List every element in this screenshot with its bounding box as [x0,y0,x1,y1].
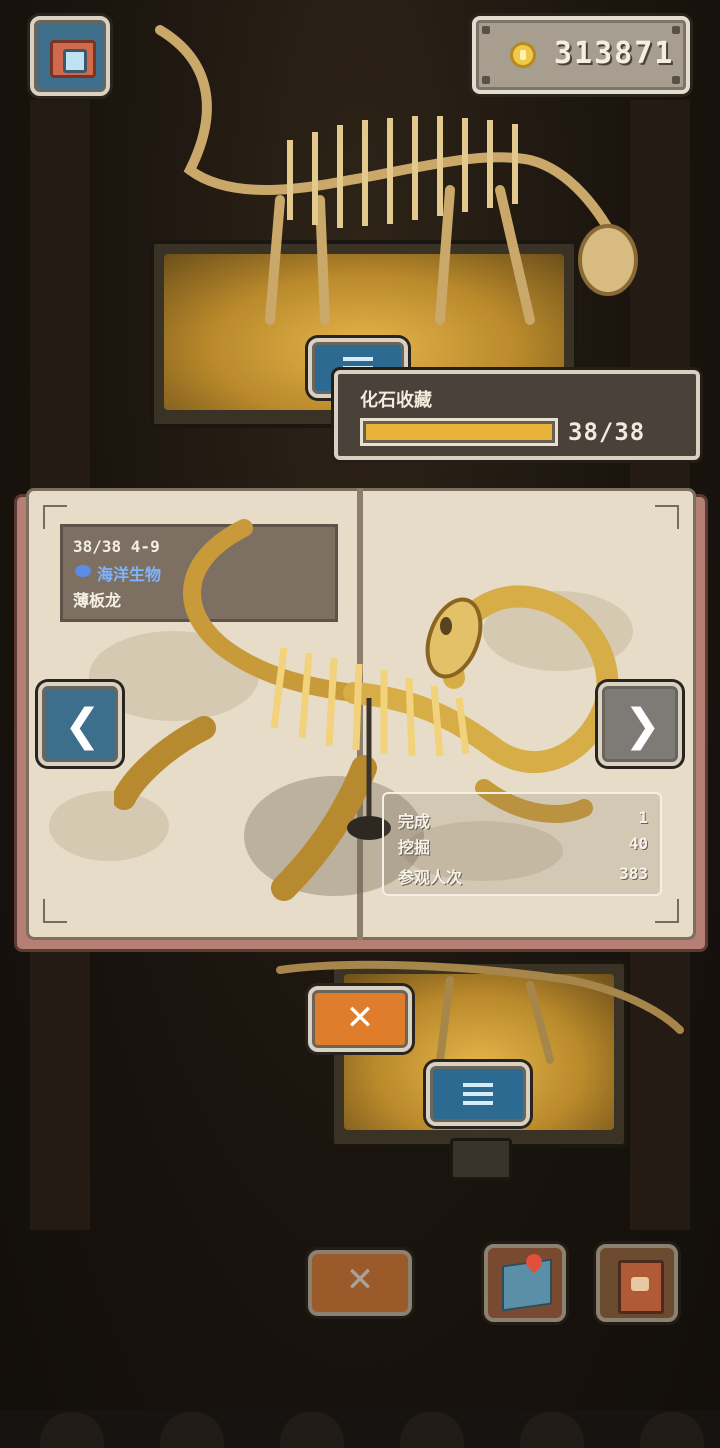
coin-counter: 313871 [472,16,690,94]
stat-value: 383 [619,864,648,883]
stat-value: 1 [638,808,648,827]
close-icon: ✕ [345,998,375,1038]
collection-title: 化石收藏 [360,390,432,411]
game-screen: 313871 化石收藏 38/38 38/38 4-9 海洋生物 薄板龙 完成 … [0,0,720,1448]
fossil-collection-panel: 化石收藏 38/38 [334,370,700,460]
stat-row-visitors: 参观人次 383 [398,864,648,888]
exhibit-list-button[interactable] [426,1062,530,1126]
stat-row-complete: 完成 1 [398,808,648,832]
stat-row-dig: 挖掘 40 [398,834,648,858]
coin-value: 313871 [554,36,675,71]
map-button[interactable] [484,1244,566,1322]
stat-label: 完成 [398,812,431,831]
ocean-creature-icon [75,565,91,577]
chevron-right-icon: ❯ [624,700,661,751]
journal-button[interactable] [596,1244,678,1322]
collection-count: 38/38 [568,418,646,446]
close-book-button[interactable]: ✕ [308,986,412,1052]
floor [0,1410,720,1448]
camera-icon [50,40,96,78]
stat-label: 参观人次 [398,868,463,887]
previous-page-button[interactable]: ❮ [38,682,122,766]
next-page-button[interactable]: ❯ [598,682,682,766]
stat-value: 40 [628,834,648,853]
fossil-stats-panel: 完成 1 挖掘 40 参观人次 383 [382,792,662,896]
journal-icon [618,1260,664,1314]
list-icon [463,1083,493,1105]
bottom-close-button[interactable]: ✕ [308,1250,412,1316]
gold-coin-icon [510,42,536,68]
stat-label: 挖掘 [398,838,431,857]
collection-progress-bar [360,418,558,446]
collection-progress-fill [366,424,552,440]
chevron-left-icon: ❮ [64,700,101,751]
camera-button[interactable] [30,16,110,96]
exhibit-plaque [450,1138,512,1180]
close-icon: ✕ [345,1260,375,1300]
